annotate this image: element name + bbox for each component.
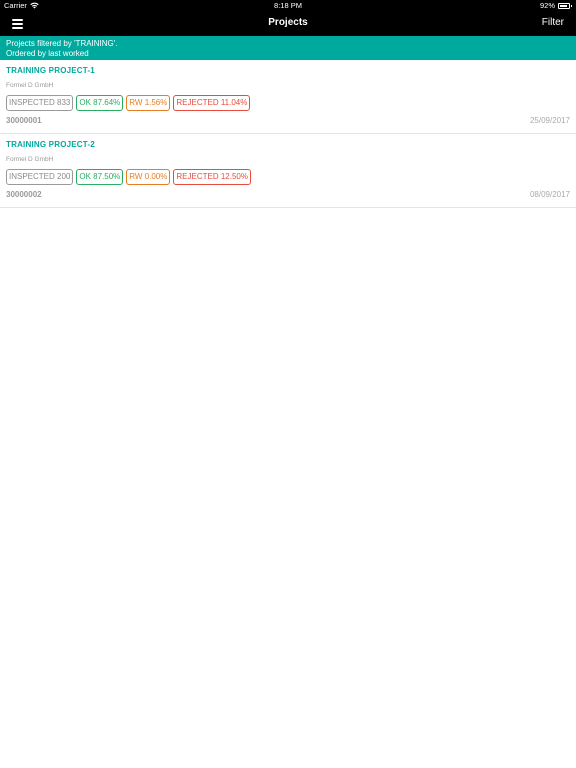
filter-info-banner: Projects filtered by 'TRAINING'. Ordered… [0, 36, 576, 60]
ok-badge: OK 87.50% [76, 169, 124, 185]
project-company: Formel D GmbH [6, 156, 54, 163]
battery-fill [560, 4, 568, 7]
filter-button[interactable]: Filter [542, 17, 564, 28]
battery-icon [558, 2, 572, 9]
order-description: Ordered by last worked [6, 48, 89, 58]
status-bar: Carrier 8:18 PM 92% [0, 0, 576, 12]
project-list-item[interactable]: TRAINING PROJECT-2 Formel D GmbH INSPECT… [0, 134, 576, 208]
battery-percent: 92% [539, 1, 555, 10]
filter-description: Projects filtered by 'TRAINING'. [6, 39, 118, 48]
stats-badges: INSPECTED 833 OK 87.64% RW 1.56% REJECTE… [6, 95, 253, 111]
project-list-item[interactable]: TRAINING PROJECT-1 Formel D GmbH INSPECT… [0, 60, 576, 134]
battery-status: 92% [539, 1, 572, 10]
navigation-bar: Projects Filter [0, 12, 576, 36]
rejected-badge: REJECTED 12.50% [173, 169, 251, 185]
rejected-badge: REJECTED 11.04% [173, 95, 251, 111]
stats-badges: INSPECTED 200 OK 87.50% RW 0.00% REJECTE… [6, 169, 254, 185]
inspected-badge: INSPECTED 833 [6, 95, 74, 111]
project-list: TRAINING PROJECT-1 Formel D GmbH INSPECT… [0, 60, 576, 208]
project-title: TRAINING PROJECT-1 [6, 66, 95, 75]
project-number: 30000001 [6, 116, 42, 125]
rw-badge: RW 0.00% [126, 169, 171, 185]
project-title: TRAINING PROJECT-2 [6, 140, 95, 149]
ok-badge: OK 87.64% [76, 95, 124, 111]
inspected-badge: INSPECTED 200 [6, 169, 74, 185]
rw-badge: RW 1.56% [126, 95, 171, 111]
project-number: 30000002 [6, 190, 42, 199]
last-worked-date: 25/09/2017 [529, 116, 570, 125]
project-company: Formel D GmbH [6, 82, 54, 89]
page-title: Projects [268, 17, 308, 28]
last-worked-date: 08/09/2017 [529, 190, 570, 199]
clock: 8:18 PM [274, 1, 302, 10]
